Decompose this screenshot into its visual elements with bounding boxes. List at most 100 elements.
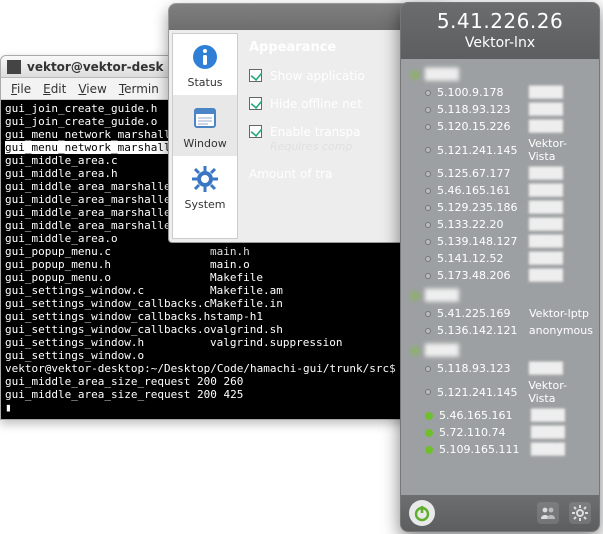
peer-ip: 5.46.165.161 (437, 184, 523, 197)
peer-ip: 5.141.12.52 (437, 252, 523, 265)
network-peer[interactable]: 5.46.165.161 ████ (409, 182, 595, 199)
peer-name: ████ (531, 443, 565, 456)
network-peer[interactable]: 5.41.225.169Vektor-lptp (409, 305, 595, 322)
status-dot-icon (425, 311, 431, 317)
peer-ip: 5.173.48.206 (437, 269, 523, 282)
menu-file[interactable]: File (7, 82, 35, 96)
label-show-application: Show applicatio (270, 69, 365, 83)
users-button[interactable] (537, 502, 559, 524)
gear-icon (190, 164, 220, 194)
peer-name: ████ (529, 120, 563, 133)
label-enable-transparency: Enable transpa Requires comp (270, 125, 361, 153)
peer-name: ████ (529, 103, 563, 116)
network-peer[interactable]: 5.109.165.111 ████ (409, 441, 595, 458)
peer-name: ████ (529, 269, 563, 282)
peer-name: ████ (529, 362, 563, 375)
peer-name: ████ (531, 426, 565, 439)
peer-name: ████ (529, 218, 563, 231)
network-peer[interactable]: 5.141.12.52 ████ (409, 250, 595, 267)
network-header: 5.41.226.26 Vektor-lnx (401, 3, 599, 59)
menu-view[interactable]: View (74, 82, 110, 96)
tab-window[interactable]: Window (173, 95, 237, 156)
peer-name: Vektor-lptp (529, 307, 589, 320)
self-hostname: Vektor-lnx (411, 35, 589, 51)
terminal-icon (7, 60, 21, 74)
peer-name: anonymous (529, 324, 593, 337)
network-peer[interactable]: 5.118.93.123 ████ (409, 101, 595, 118)
checkbox-hide-offline[interactable] (249, 97, 262, 110)
status-dot-icon (425, 446, 433, 454)
status-dot-icon (425, 412, 433, 420)
tab-system-label: System (184, 198, 225, 211)
peer-name: Vektor-Vista (528, 137, 593, 163)
peer-ip: 5.72.110.74 (439, 426, 525, 439)
status-dot-icon (425, 429, 433, 437)
status-dot-icon (425, 239, 431, 245)
power-icon (413, 504, 431, 522)
preferences-sidebar: Status Window (172, 33, 238, 239)
network-peer[interactable]: 5.100.9.178████ (409, 84, 595, 101)
status-dot-icon (425, 328, 431, 334)
power-button[interactable] (409, 500, 435, 526)
network-peer[interactable]: 5.120.15.226 ████ (409, 118, 595, 135)
peer-name: Vektor-Vista (528, 379, 593, 405)
network-peer[interactable]: 5.125.67.177 ████ (409, 165, 595, 182)
peer-name: ████ (531, 409, 565, 422)
network-footer (401, 495, 599, 531)
peer-ip: 5.100.9.178 (437, 86, 523, 99)
network-group-head[interactable]: ████ (409, 65, 595, 84)
peer-name: ████ (529, 252, 563, 265)
network-group-head[interactable]: ████ (409, 286, 595, 305)
window-icon (190, 103, 220, 133)
status-dot-icon (425, 171, 431, 177)
menu-edit[interactable]: Edit (39, 82, 70, 96)
network-peer[interactable]: 5.121.241.145 Vektor-Vista (409, 135, 595, 165)
peer-ip: 5.118.93.123 (437, 362, 523, 375)
peer-ip: 5.139.148.127 (437, 235, 523, 248)
tab-window-label: Window (183, 137, 226, 150)
network-peer[interactable]: 5.139.148.127████ (409, 233, 595, 250)
network-peer[interactable]: 5.118.93.123 ████ (409, 360, 595, 377)
peer-ip: 5.120.15.226 (437, 120, 523, 133)
menu-terminal[interactable]: Termin (115, 82, 163, 96)
network-peer[interactable]: 5.72.110.74 ████ (409, 424, 595, 441)
network-peer[interactable]: 5.136.142.121anonymous (409, 322, 595, 339)
network-group-head[interactable]: ████ (409, 341, 595, 360)
network-peer[interactable]: 5.46.165.161████ (409, 407, 595, 424)
network-peer[interactable]: 5.129.235.186████ (409, 199, 595, 216)
status-dot-icon (425, 90, 431, 96)
terminal-title: vektor@vektor-desk (27, 60, 164, 74)
status-dot-icon (425, 147, 431, 153)
status-dot-icon (425, 205, 431, 211)
peer-ip: 5.118.93.123 (437, 103, 523, 116)
status-dot-icon (425, 188, 431, 194)
checkbox-show-application[interactable] (249, 69, 262, 82)
tab-status[interactable]: Status (173, 34, 237, 95)
network-peer[interactable]: 5.121.241.145 Vektor-Vista (409, 377, 595, 407)
peer-ip: 5.121.241.145 (437, 144, 522, 157)
status-dot-icon (425, 124, 431, 130)
peer-ip: 5.133.22.20 (437, 218, 523, 231)
status-dot-icon (425, 366, 431, 372)
status-dot-icon (425, 222, 431, 228)
peer-ip: 5.109.165.111 (439, 443, 525, 456)
network-panel: 5.41.226.26 Vektor-lnx ████5.100.9.178██… (400, 2, 600, 532)
peer-ip: 5.121.241.145 (437, 386, 522, 399)
info-icon (190, 42, 220, 72)
tab-system[interactable]: System (173, 156, 237, 217)
self-ip: 5.41.226.26 (411, 9, 589, 33)
settings-button[interactable] (569, 502, 591, 524)
users-icon (540, 506, 556, 520)
status-dot-icon (425, 107, 431, 113)
network-peer[interactable]: 5.133.22.20 ████ (409, 216, 595, 233)
network-peer[interactable]: 5.173.48.206 ████ (409, 267, 595, 284)
gear-icon (572, 505, 588, 521)
peer-name: ████ (529, 184, 563, 197)
peer-name: ████ (529, 167, 563, 180)
status-dot-icon (425, 273, 431, 279)
peer-ip: 5.125.67.177 (437, 167, 523, 180)
network-list[interactable]: ████5.100.9.178████5.118.93.123████5.120… (401, 59, 599, 495)
tab-status-label: Status (187, 76, 222, 89)
checkbox-enable-transparency[interactable] (249, 125, 262, 138)
status-dot-icon (425, 389, 431, 395)
